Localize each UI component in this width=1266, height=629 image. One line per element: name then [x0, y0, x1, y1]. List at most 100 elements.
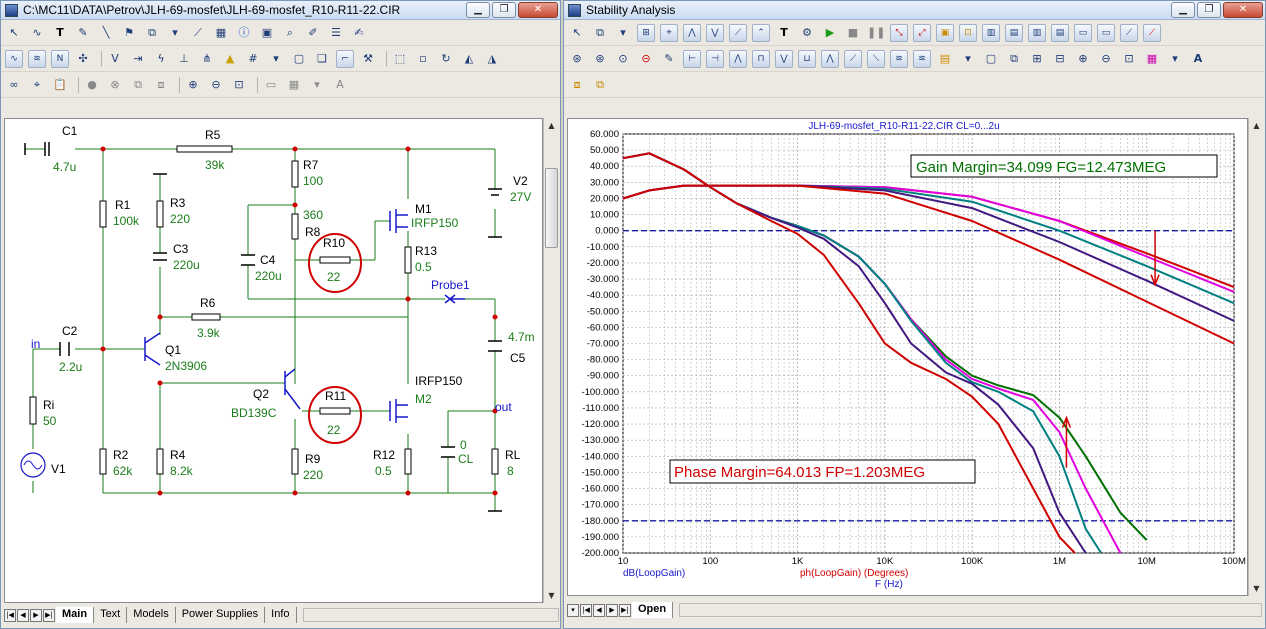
resistor-ri[interactable] — [29, 396, 37, 425]
first-page-icon[interactable]: |◀ — [580, 603, 592, 617]
plot-canvas[interactable]: JLH-69-mosfet_R10-R11-22.CIR CL=0...2u 6… — [567, 118, 1248, 596]
copy-icon[interactable]: ⧉ — [129, 76, 147, 94]
zoom-y-icon[interactable]: ⊛ — [591, 50, 609, 68]
font-icon[interactable]: A — [331, 76, 349, 94]
tab-power-supplies[interactable]: Power Supplies — [176, 607, 266, 623]
line-icon[interactable]: ╲ — [97, 24, 115, 42]
resistor-r13[interactable] — [404, 246, 412, 274]
resistor-r5[interactable] — [176, 145, 233, 153]
slope-icon[interactable]: ⟋ — [729, 23, 747, 42]
tab-info[interactable]: Info — [265, 607, 297, 623]
col2-icon[interactable]: ▤ — [1005, 23, 1023, 42]
zoom-out-icon[interactable]: ⊖ — [1097, 50, 1115, 68]
unstack-icon[interactable]: ⧉ — [591, 76, 609, 94]
properties-icon[interactable]: ⚙ — [798, 24, 816, 42]
page-icon[interactable]: ▢ — [982, 50, 1000, 68]
measure9-icon[interactable]: ⟍ — [867, 49, 885, 68]
high-icon[interactable]: ⌃ — [752, 23, 770, 42]
measure11-icon[interactable]: ≋ — [913, 49, 931, 68]
resistor-r9[interactable] — [291, 448, 299, 475]
close-button[interactable]: ✕ — [518, 2, 558, 18]
rotate-icon[interactable]: ↻ — [437, 50, 455, 68]
resistor-r12[interactable] — [404, 448, 412, 475]
paste-icon[interactable]: ⧈ — [152, 76, 170, 94]
palette-icon[interactable]: ▦ — [285, 76, 303, 94]
scroll-up-icon[interactable]: ▲ — [1249, 118, 1264, 133]
resistor-r11[interactable] — [319, 407, 351, 415]
hash-grid-icon[interactable]: # — [244, 50, 262, 68]
text-tool-icon[interactable]: T — [775, 24, 793, 42]
schematic-vscroll[interactable]: ▲ ▼ — [543, 118, 559, 603]
camera-icon[interactable]: ▭ — [262, 76, 280, 94]
select-arrow-icon[interactable]: ↖ — [568, 24, 586, 42]
find-icon[interactable]: ⌕ — [281, 24, 299, 42]
zoom-box-icon[interactable]: ⊡ — [1120, 50, 1138, 68]
last-page-icon[interactable]: ▶| — [43, 608, 55, 622]
zoom-in-icon[interactable]: ⊕ — [1074, 50, 1092, 68]
tab-models[interactable]: Models — [127, 607, 176, 623]
select-arrow-icon[interactable]: ↖ — [5, 24, 23, 42]
bus-icon[interactable]: ≋ — [28, 49, 46, 68]
resistor-r4[interactable] — [156, 448, 164, 475]
dropdown-icon[interactable]: ▾ — [166, 24, 184, 42]
stop-circle-icon[interactable]: ⊝ — [637, 50, 655, 68]
split-icon[interactable]: ⋔ — [198, 50, 216, 68]
pause-icon[interactable]: ❚❚ — [867, 24, 885, 42]
measure4-icon[interactable]: ⊓ — [752, 49, 770, 68]
prev-page-icon[interactable]: ◀ — [17, 608, 29, 622]
pin-icon[interactable]: ⊥ — [175, 50, 193, 68]
scroll-down-icon[interactable]: ▼ — [544, 588, 559, 603]
arrow-right-icon[interactable]: ⇥ — [129, 50, 147, 68]
colors-icon[interactable]: ▦ — [1143, 50, 1161, 68]
measure1-icon[interactable]: ⊢ — [683, 49, 701, 68]
tab-main[interactable]: Main — [56, 607, 95, 623]
dropdown-icon[interactable]: ▾ — [267, 50, 285, 68]
measure7-icon[interactable]: ⋀ — [821, 49, 839, 68]
measure10-icon[interactable]: ≋ — [890, 49, 908, 68]
measure3-icon[interactable]: ⋀ — [729, 49, 747, 68]
page-icon[interactable]: ▢ — [290, 50, 308, 68]
prev-page-icon[interactable]: ◀ — [593, 603, 605, 617]
schematic-titlebar[interactable]: C:\MC11\DATA\Petrov\JLH-69-mosfet\JLH-69… — [1, 1, 560, 20]
measure6-icon[interactable]: ⊔ — [798, 49, 816, 68]
resistor-r10[interactable] — [319, 256, 351, 264]
minimize-button[interactable]: ▁ — [1171, 2, 1195, 18]
resistor-r3[interactable] — [156, 200, 164, 228]
properties-icon[interactable]: ✍ — [350, 24, 368, 42]
zoom-out-icon[interactable]: ⊖ — [207, 76, 225, 94]
blank-icon[interactable]: ▫ — [414, 50, 432, 68]
component-icon[interactable]: ⧉ — [143, 24, 161, 42]
zoom-fit-icon[interactable]: ⊙ — [614, 50, 632, 68]
row2-icon[interactable]: ▭ — [1097, 23, 1115, 42]
zoom-x-icon[interactable]: ⊛ — [568, 50, 586, 68]
valley-icon[interactable]: ⋁ — [706, 23, 724, 42]
fit-icon[interactable]: ⊞ — [1028, 50, 1046, 68]
find-next-icon[interactable]: ⌖ — [28, 76, 46, 94]
scroll-up-icon[interactable]: ▲ — [544, 118, 559, 133]
stop-icon[interactable]: ● — [83, 76, 101, 94]
plot-hscroll[interactable] — [679, 603, 1262, 617]
dropdown-icon[interactable]: ▾ — [567, 603, 579, 617]
first-page-icon[interactable]: |◀ — [4, 608, 16, 622]
pen-icon[interactable]: ✎ — [74, 24, 92, 42]
list-icon[interactable]: ☰ — [327, 24, 345, 42]
flip-icon[interactable]: ◮ — [483, 50, 501, 68]
font-icon[interactable]: A — [1189, 50, 1207, 68]
help-icon[interactable]: ▣ — [258, 24, 276, 42]
fit2-icon[interactable]: ⊟ — [1051, 50, 1069, 68]
dropdown-icon[interactable]: ▾ — [308, 76, 326, 94]
peak-icon[interactable]: ⋀ — [683, 23, 701, 42]
info-icon[interactable]: ⓘ — [235, 24, 253, 42]
cursor-mode-icon[interactable]: ⌖ — [660, 23, 678, 42]
stack-icon[interactable]: ⧈ — [568, 76, 586, 94]
restore-button[interactable]: ❐ — [1197, 2, 1221, 18]
close-button[interactable]: ✕ — [1223, 2, 1263, 18]
warning-icon[interactable]: ▲ — [221, 50, 239, 68]
zoom-in-icon[interactable]: ⊕ — [184, 76, 202, 94]
node-number-icon[interactable]: N — [51, 49, 69, 68]
col3-icon[interactable]: ▥ — [1028, 23, 1046, 42]
stop-icon[interactable]: ■ — [844, 24, 862, 42]
next-page-icon[interactable]: ▶ — [30, 608, 42, 622]
col4-icon[interactable]: ▤ — [1051, 23, 1069, 42]
clipboard-icon[interactable]: 📋 — [51, 76, 69, 94]
